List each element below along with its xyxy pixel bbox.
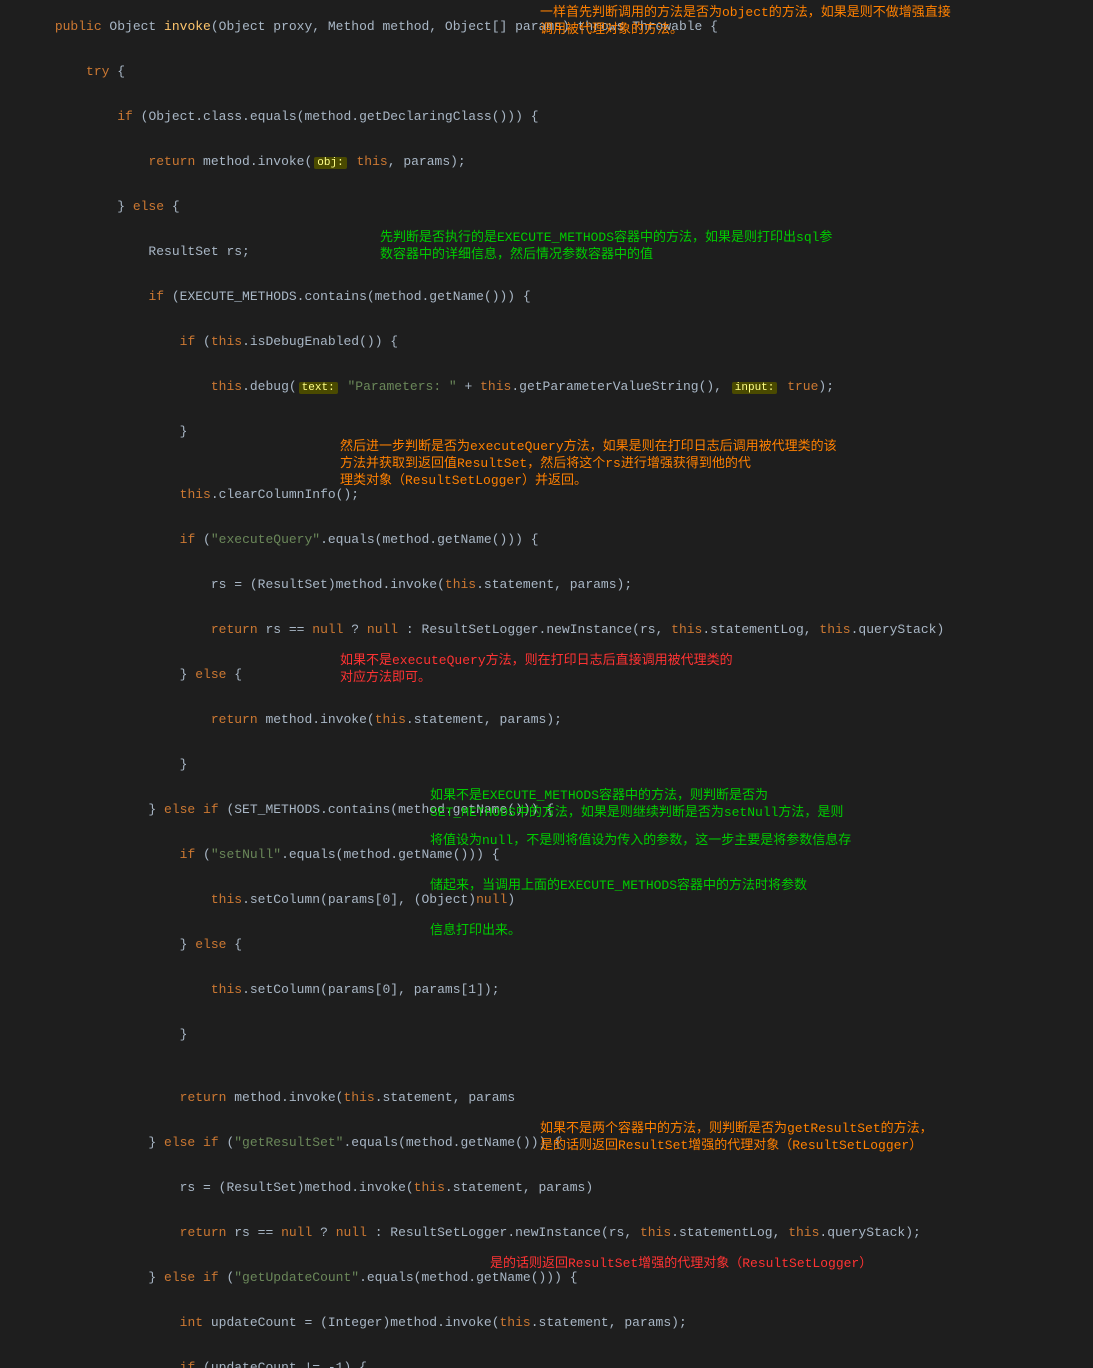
code-line-16: } else { 如果不是executeQuery方法，则在打印日志后直接调用被…	[0, 652, 1093, 697]
annotation-line22: 信息打印出来。	[430, 922, 521, 939]
code-line-1: public Object invoke(Object proxy, Metho…	[0, 4, 1093, 49]
code-line-32: if (updateCount != -1) {	[0, 1345, 1093, 1368]
annotation-line27: 如果不是两个容器中的方法，则判断是否为getResultSet的方法，是的话则返…	[540, 1120, 933, 1154]
code-line-4: return method.invoke(obj: this, params);	[0, 139, 1093, 184]
code-line-5: } else {	[0, 184, 1093, 229]
code-view: public Object invoke(Object proxy, Metho…	[0, 0, 1093, 1368]
code-line-22: } else { 信息打印出来。	[0, 922, 1093, 967]
code-line-27: } else if ("getResultSet".equals(method.…	[0, 1120, 1093, 1165]
code-line-13: if ("executeQuery".equals(method.getName…	[0, 517, 1093, 562]
annotation-line6: 先判断是否执行的是EXECUTE_METHODS容器中的方法，如果是则打印出sq…	[380, 229, 832, 263]
code-line-6: ResultSet rs; 先判断是否执行的是EXECUTE_METHODS容器…	[0, 229, 1093, 274]
code-line-24: }	[0, 1012, 1093, 1057]
code-line-18: }	[0, 742, 1093, 787]
code-line-7: if (EXECUTE_METHODS.contains(method.getN…	[0, 274, 1093, 319]
annotation-line20: 将值设为null，不是则将值设为传入的参数，这一步主要是将参数信息存	[430, 832, 851, 849]
code-line-20: if ("setNull".equals(method.getName())) …	[0, 832, 1093, 877]
annotation-line19: 如果不是EXECUTE_METHODS容器中的方法，则判断是否为SET_METH…	[430, 787, 843, 821]
code-line-14: rs = (ResultSet)method.invoke(this.state…	[0, 562, 1093, 607]
code-line-3: if (Object.class.equals(method.getDeclar…	[0, 94, 1093, 139]
annotation-line12: 然后进一步判断是否为executeQuery方法，如果是则在打印日志后调用被代理…	[340, 438, 837, 489]
code-line-2: try {	[0, 49, 1093, 94]
code-line-29: return rs == null ? null : ResultSetLogg…	[0, 1210, 1093, 1255]
code-line-31: int updateCount = (Integer)method.invoke…	[0, 1300, 1093, 1345]
annotation-line30: 是的话则返回ResultSet增强的代理对象（ResultSetLogger）	[490, 1255, 872, 1272]
code-line-19: } else if (SET_METHODS.contains(method.g…	[0, 787, 1093, 832]
code-line-21: this.setColumn(params[0], (Object)null) …	[0, 877, 1093, 922]
code-line-17: return method.invoke(this.statement, par…	[0, 697, 1093, 742]
code-line-28: rs = (ResultSet)method.invoke(this.state…	[0, 1165, 1093, 1210]
code-line-8: if (this.isDebugEnabled()) {	[0, 319, 1093, 364]
code-line-30: } else if ("getUpdateCount".equals(metho…	[0, 1255, 1093, 1300]
code-line-23: this.setColumn(params[0], params[1]);	[0, 967, 1093, 1012]
annotation-line16: 如果不是executeQuery方法，则在打印日志后直接调用被代理类的对应方法即…	[340, 652, 733, 686]
code-line-26: return method.invoke(this.statement, par…	[0, 1075, 1093, 1120]
annotation-line1: 一样首先判断调用的方法是否为object的方法，如果是则不做增强直接调用被代理对…	[540, 4, 951, 38]
code-line-25	[0, 1057, 1093, 1075]
annotation-line21: 储起来，当调用上面的EXECUTE_METHODS容器中的方法时将参数	[430, 877, 807, 894]
code-line-9: this.debug(text: "Parameters: " + this.g…	[0, 364, 1093, 409]
code-line-15: return rs == null ? null : ResultSetLogg…	[0, 607, 1093, 652]
code-line-12: this.clearColumnInfo(); 然后进一步判断是否为execut…	[0, 472, 1093, 517]
